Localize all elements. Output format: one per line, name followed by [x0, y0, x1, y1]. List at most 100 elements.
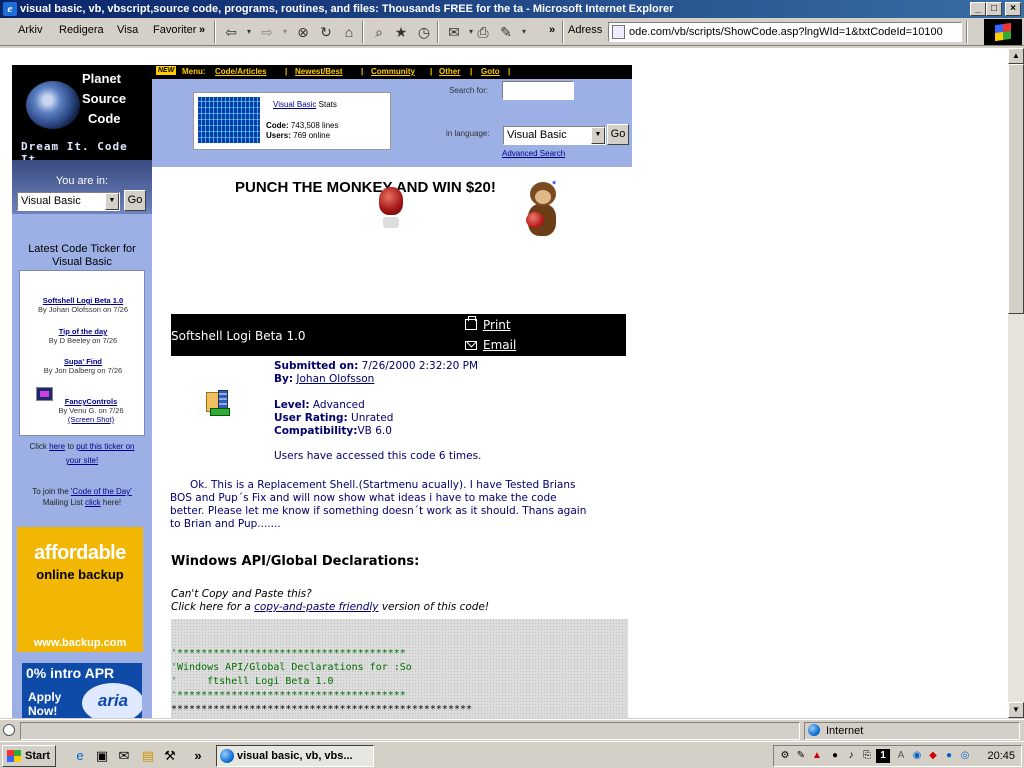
quicklaunch-more-chevron[interactable]: »: [190, 748, 206, 764]
window-title-bar[interactable]: e visual basic, vb, vbscript,source code…: [0, 0, 1024, 18]
print-icon[interactable]: ⎙: [474, 23, 492, 41]
forward-dropdown-icon[interactable]: ▾: [276, 23, 294, 41]
code-block[interactable]: '************************************** '…: [171, 619, 628, 718]
mail-icon[interactable]: ✉: [445, 23, 463, 41]
copy-paste-note: Can't Copy and Paste this? Click here fo…: [171, 588, 490, 613]
monkey-icon[interactable]: [524, 182, 560, 238]
outlook-quicklaunch-icon[interactable]: ✉: [116, 748, 132, 764]
tray-app-icon[interactable]: ⚙: [778, 749, 792, 763]
stats-language-link[interactable]: Visual Basic: [273, 100, 316, 109]
mailing-list-click-link[interactable]: click: [85, 498, 101, 507]
site-menu-strip: NEW Menu: Code/Articles | Newest/Best | …: [152, 65, 632, 79]
maximize-button[interactable]: □: [986, 2, 1002, 16]
vertical-scrollbar[interactable]: ▲ ▼: [1008, 48, 1024, 718]
language-select[interactable]: Visual Basic ▼: [503, 126, 606, 145]
edit-icon[interactable]: ✎: [497, 23, 515, 41]
author-line: By: Johan Olofsson: [274, 373, 375, 385]
ticker-item-link[interactable]: Supa' Find: [64, 357, 102, 366]
main-content: PUNCH THE MONKEY AND WIN $20! * Softshel…: [152, 167, 632, 718]
ticker-item-link[interactable]: FancyControls: [65, 397, 118, 406]
code-of-the-day-link[interactable]: 'Code of the Day': [71, 487, 132, 496]
refresh-icon[interactable]: ↻: [317, 23, 335, 41]
scroll-up-arrow-icon[interactable]: ▲: [1008, 48, 1024, 64]
toolbar-more-chevron[interactable]: »: [549, 24, 555, 36]
ticker-here-link[interactable]: here: [49, 442, 65, 451]
tray-network-icon[interactable]: ◉: [910, 749, 924, 763]
advanced-search-link[interactable]: Advanced Search: [502, 149, 565, 158]
backup-ad-url: www.backup.com: [33, 637, 127, 649]
ie-quicklaunch-icon[interactable]: e: [72, 748, 88, 764]
menu-code-articles[interactable]: Code/Articles: [215, 65, 267, 79]
folder-quicklaunch-icon[interactable]: ▤: [140, 748, 156, 764]
scrollbar-thumb[interactable]: [1008, 64, 1024, 314]
ticker-item-by: By Venu G. on 7/26: [58, 406, 124, 415]
code-line: ' ftshell Logi Beta 1.0: [171, 676, 334, 687]
print-link[interactable]: Print: [483, 318, 511, 332]
history-icon[interactable]: ◷: [415, 23, 433, 41]
menu-visa[interactable]: Visa: [117, 24, 138, 36]
taskbar-ie-window[interactable]: visual basic, vb, vbs...: [216, 745, 374, 767]
ticker-put-link[interactable]: put this ticker on: [76, 442, 134, 451]
category-go-button[interactable]: Go: [124, 190, 146, 211]
search-input[interactable]: [502, 81, 574, 100]
email-link[interactable]: Email: [483, 338, 516, 352]
site-logo[interactable]: Planet Source Code Dream It. Code It.: [12, 65, 152, 166]
category-select[interactable]: Visual Basic ▼: [17, 192, 120, 211]
scroll-down-arrow-icon[interactable]: ▼: [1008, 702, 1024, 718]
tray-alert-icon[interactable]: ◆: [926, 749, 940, 763]
chevron-down-icon[interactable]: ▼: [591, 127, 605, 144]
globe-icon: [808, 724, 820, 736]
printer-icon[interactable]: [465, 316, 477, 330]
tray-speaker-icon[interactable]: ♪: [844, 749, 858, 763]
back-arrow-icon[interactable]: ⇦: [222, 23, 240, 41]
home-icon[interactable]: ⌂: [340, 23, 358, 41]
ticker-site-link[interactable]: your site!: [66, 456, 98, 465]
author-link[interactable]: Johan Olofsson: [296, 373, 374, 385]
boxing-glove-icon[interactable]: [379, 187, 403, 228]
stop-icon[interactable]: ⊗: [294, 23, 312, 41]
tray-number-icon[interactable]: 1: [876, 749, 890, 763]
ticker-item-by: By D Beeley on 7/26: [48, 336, 118, 345]
tray-messenger-icon[interactable]: ●: [942, 749, 956, 763]
address-input[interactable]: ode.com/vb/scripts/ShowCode.asp?lngWId=1…: [608, 22, 962, 42]
tray-pen-icon[interactable]: ✎: [794, 749, 808, 763]
you-are-in-label: You are in:: [55, 175, 109, 187]
menu-community[interactable]: Community: [371, 65, 415, 79]
ticker-item-link[interactable]: Softshell Logi Beta 1.0: [43, 296, 123, 305]
envelope-icon[interactable]: [465, 341, 477, 350]
backup-ad-banner[interactable]: affordable online backup www.backup.com: [17, 527, 143, 652]
edit-dropdown-icon[interactable]: ▾: [515, 23, 533, 41]
taskbar: Start e ▣ ✉ ▤ ⚒ » visual basic, vb, vbs.…: [0, 741, 1024, 768]
ticker-item-link[interactable]: Tip of the day: [59, 327, 108, 336]
forward-arrow-icon[interactable]: ⇨: [258, 23, 276, 41]
search-icon[interactable]: ⌕: [370, 23, 388, 41]
favorites-icon[interactable]: ★: [392, 23, 410, 41]
close-button[interactable]: ×: [1005, 2, 1021, 16]
aria-ad-banner[interactable]: 0% intro APR Apply Now! aria: [22, 663, 142, 718]
start-button[interactable]: Start: [2, 745, 56, 767]
menu-arkiv[interactable]: Arkiv: [18, 24, 42, 36]
copy-paste-friendly-link[interactable]: copy-and-paste friendly: [254, 601, 378, 613]
tray-a-icon[interactable]: A: [894, 749, 908, 763]
chevron-down-icon[interactable]: ▼: [105, 193, 119, 210]
new-badge: NEW: [156, 66, 177, 75]
desktop-quicklaunch-icon[interactable]: ▣: [94, 748, 110, 764]
tray-ati-icon[interactable]: ▲: [810, 749, 824, 763]
address-url: ode.com/vb/scripts/ShowCode.asp?lngWId=1…: [629, 26, 943, 38]
menu-favoriter[interactable]: Favoriter: [153, 24, 196, 36]
search-go-button[interactable]: Go: [607, 124, 629, 145]
tray-globe-icon[interactable]: ◎: [958, 749, 972, 763]
screenshot-link[interactable]: (Screen Shot): [68, 415, 114, 424]
tray-clipboard-icon[interactable]: ⎘: [860, 749, 874, 763]
tool-quicklaunch-icon[interactable]: ⚒: [162, 748, 178, 764]
menu-redigera[interactable]: Redigera: [59, 24, 104, 36]
menu-goto[interactable]: Goto: [481, 65, 500, 79]
globe-icon: [26, 81, 80, 129]
promo-banner-title[interactable]: PUNCH THE MONKEY AND WIN $20!: [235, 179, 496, 196]
tray-traffic-icon[interactable]: ●: [828, 749, 842, 763]
menu-newest-best[interactable]: Newest/Best: [295, 65, 343, 79]
menu-more-chevron[interactable]: »: [199, 24, 205, 36]
back-dropdown-icon[interactable]: ▾: [240, 23, 258, 41]
menu-other[interactable]: Other: [439, 65, 460, 79]
minimize-button[interactable]: _: [970, 2, 986, 16]
